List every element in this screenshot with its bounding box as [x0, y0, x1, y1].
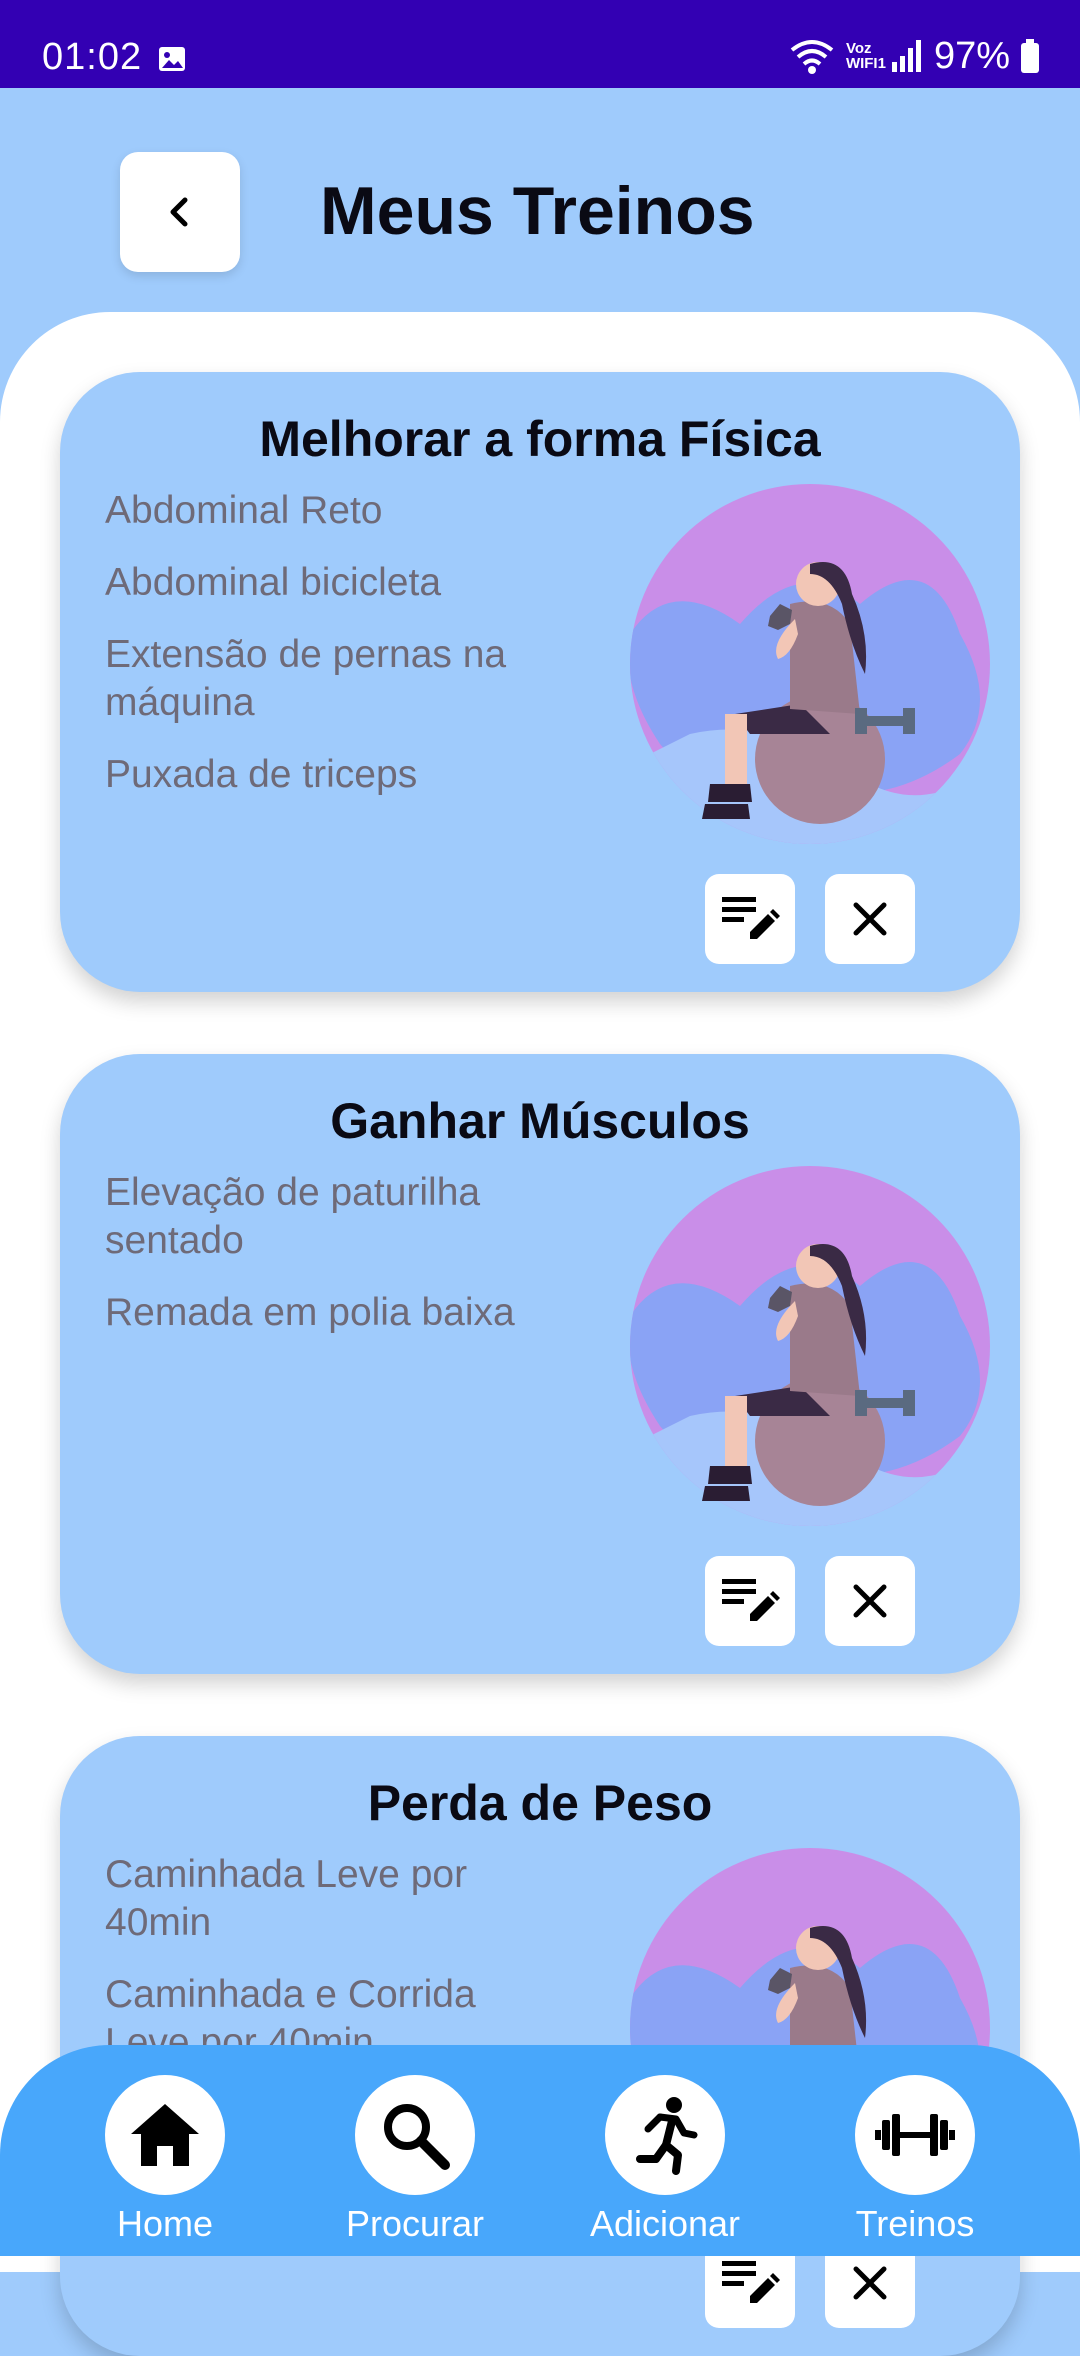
gallery-notification-icon — [159, 47, 185, 71]
workout-illustration — [630, 484, 990, 844]
nav-home[interactable]: Home — [65, 2075, 265, 2245]
home-icon — [131, 2104, 199, 2166]
running-person-icon — [636, 2097, 698, 2175]
workout-title: Ganhar Músculos — [330, 1093, 750, 1149]
signal-icon — [891, 40, 921, 72]
exercise-item: Abdominal bicicleta — [105, 561, 442, 604]
exercise-item: Elevação de paturilha sentado — [105, 1171, 481, 1262]
workout-title: Melhorar a forma Física — [259, 411, 821, 467]
wifi-icon — [790, 40, 834, 74]
battery-icon — [1021, 39, 1039, 73]
nav-search-label: Procurar — [345, 2203, 485, 2244]
nav-add-circle[interactable] — [605, 2075, 725, 2195]
close-icon — [853, 902, 887, 936]
nav-workouts-label: Treinos — [855, 2203, 975, 2244]
network-label: Voz WIFI1 — [845, 40, 886, 72]
dumbbell-icon — [875, 2114, 955, 2156]
exercise-item: Puxada de triceps — [105, 753, 418, 796]
exercise-list: Elevação de paturilha sentado Remada em p… — [105, 1169, 545, 1361]
edit-workout-button[interactable] — [705, 1556, 795, 1646]
status-time: 01:02 — [42, 36, 143, 78]
nav-add[interactable]: Adicionar — [565, 2075, 765, 2245]
exercise-item: Caminhada Leve por 40min — [105, 1853, 468, 1944]
edit-list-icon — [722, 897, 780, 939]
page-title: Meus Treinos — [320, 173, 755, 249]
close-icon — [853, 1584, 887, 1618]
status-bar: 01:02 Voz WIFI1 97% — [0, 0, 1080, 88]
nav-home-label: Home — [116, 2203, 214, 2244]
exercise-item: Remada em polia baixa — [105, 1291, 515, 1334]
nav-workouts-circle[interactable] — [855, 2075, 975, 2195]
battery-percent: 97% — [933, 34, 1010, 77]
nav-home-circle[interactable] — [105, 2075, 225, 2195]
exercise-list: Abdominal Reto Abdominal bicicleta Extensã… — [105, 487, 545, 823]
workout-illustration — [630, 1166, 990, 1526]
bottom-navigation: Home Procurar Adicionar Treinos — [0, 2045, 1080, 2256]
nav-search-circle[interactable] — [355, 2075, 475, 2195]
workout-title: Perda de Peso — [367, 1775, 713, 1831]
close-icon — [853, 2266, 887, 2300]
edit-list-icon — [722, 1579, 780, 1621]
workout-card[interactable]: Melhorar a forma Física Abdominal Reto Abd… — [60, 372, 1020, 992]
delete-workout-button[interactable] — [825, 1556, 915, 1646]
workout-card[interactable]: Ganhar Músculos Elevação de paturilha sen… — [60, 1054, 1020, 1674]
exercise-item: Abdominal Reto — [105, 489, 383, 532]
nav-workouts[interactable]: Treinos — [815, 2075, 1015, 2245]
nav-search[interactable]: Procurar — [315, 2075, 515, 2245]
edit-workout-button[interactable] — [705, 874, 795, 964]
nav-add-label: Adicionar — [589, 2203, 741, 2244]
back-button[interactable] — [120, 152, 240, 272]
search-icon — [384, 2104, 450, 2170]
status-right: Voz WIFI1 97% — [788, 34, 1040, 77]
chevron-left-icon — [170, 197, 188, 227]
edit-list-icon — [722, 2261, 780, 2303]
exercise-item: Extensão de pernas na máquina — [105, 633, 507, 724]
delete-workout-button[interactable] — [825, 874, 915, 964]
